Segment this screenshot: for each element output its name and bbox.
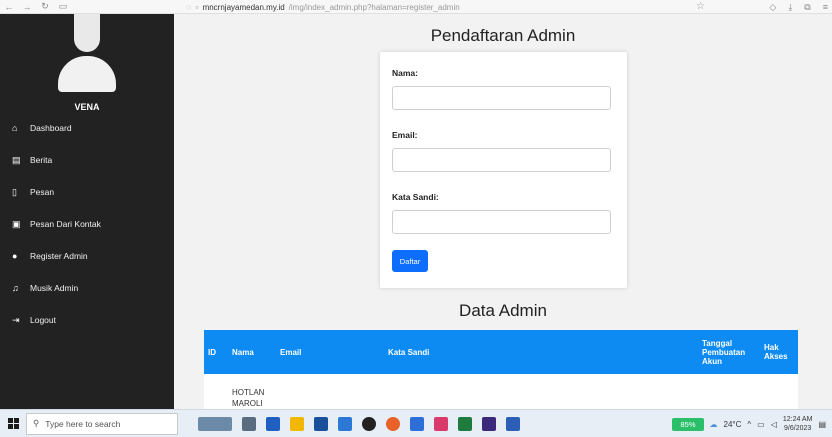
download-icon[interactable]: ⤓ bbox=[788, 2, 792, 13]
obs-icon[interactable] bbox=[362, 416, 376, 431]
sidebar-item-label: Pesan Dari Kontak bbox=[30, 219, 101, 229]
avatar bbox=[58, 14, 116, 92]
sidebar-item-label: Musik Admin bbox=[30, 283, 79, 293]
shield-icon[interactable]: ◇ bbox=[769, 2, 776, 13]
app-l-icon[interactable] bbox=[266, 416, 280, 431]
browser-toolbar: ← → ↻ ▭ ◌ ▫ mncrnjayamedan.my.id/img/ind… bbox=[0, 0, 832, 14]
temperature-text: 24°C bbox=[723, 419, 742, 429]
message-icon: ▯ bbox=[12, 186, 17, 197]
battery-icon[interactable]: ▭ bbox=[757, 420, 765, 429]
sidebar-item-label: Pesan bbox=[30, 187, 55, 197]
reload-icon[interactable]: ↻ bbox=[36, 1, 54, 12]
email-field[interactable] bbox=[392, 148, 611, 172]
browser-actions: ◇ ⤓ ⧉ ≡ bbox=[769, 0, 828, 14]
name-field[interactable] bbox=[392, 86, 611, 110]
submit-button[interactable]: Daftar bbox=[392, 250, 428, 272]
column-header-id: ID bbox=[204, 330, 228, 374]
logout-icon: ⇥ bbox=[12, 314, 20, 325]
store-icon[interactable] bbox=[314, 416, 328, 431]
weather-widget-icon[interactable] bbox=[198, 416, 232, 431]
column-header-email: Email bbox=[276, 330, 384, 374]
column-header-kata-sandi: Kata Sandi bbox=[384, 330, 698, 374]
email-label: Email: bbox=[392, 130, 418, 140]
volume-icon[interactable]: ◁ bbox=[771, 420, 777, 429]
search-icon: ⚲ bbox=[33, 418, 40, 428]
sidebar-item-musik-admin[interactable]: ♫ Musik Admin bbox=[0, 278, 174, 298]
avatar-head-shape bbox=[74, 14, 100, 52]
weather-cloud-icon: ☁ bbox=[709, 419, 718, 429]
excel-icon[interactable] bbox=[458, 416, 472, 431]
clock-time: 12:24 AM bbox=[782, 416, 813, 423]
app-pink-icon[interactable] bbox=[434, 416, 448, 431]
home-icon: ⌂ bbox=[12, 123, 18, 133]
sidebar-item-pesan-dari-kontak[interactable]: ▣ Pesan Dari Kontak bbox=[0, 214, 174, 234]
system-tray: 85% ☁ 24°C ^ ▭ ◁ 12:24 AM 9/6/2023 ▤ bbox=[672, 410, 826, 437]
password-field[interactable] bbox=[392, 210, 611, 234]
battery-indicator[interactable]: 85% bbox=[672, 417, 704, 431]
chevron-up-icon[interactable]: ^ bbox=[747, 420, 751, 429]
clock[interactable]: 12:24 AM 9/6/2023 bbox=[783, 415, 813, 433]
column-header-hak-akses: Hak Akses bbox=[760, 330, 798, 374]
news-icon: ▤ bbox=[12, 154, 21, 165]
taskbar: ⚲ Type here to search 85% ☁ 24°C ^ ▭ ◁ 1… bbox=[0, 409, 832, 437]
arrow-right-icon[interactable]: → bbox=[18, 2, 36, 12]
sidebar-item-berita[interactable]: ▤ Berita bbox=[0, 150, 174, 170]
shield-icon: ◌ bbox=[186, 2, 192, 12]
table-header-row: ID Nama Email Kata Sandi Tanggal Pembuat… bbox=[204, 330, 798, 374]
lock-icon: ▫ bbox=[195, 2, 199, 12]
app-slash-icon[interactable] bbox=[482, 416, 496, 431]
file-explorer-icon[interactable] bbox=[290, 416, 304, 431]
register-form: Nama: Email: Kata Sandi: Daftar bbox=[380, 52, 627, 288]
reader-mode-icon[interactable]: ▭ bbox=[54, 1, 72, 12]
url-path: /img/index_admin.php?halaman=register_ad… bbox=[288, 2, 460, 12]
sidebar-item-register-admin[interactable]: ● Register Admin bbox=[0, 246, 174, 266]
sidebar-item-label: Dashboard bbox=[30, 123, 72, 133]
sidebar-item-label: Berita bbox=[30, 155, 53, 165]
name-label: Nama: bbox=[392, 68, 418, 78]
url-host: mncrnjayamedan.my.id bbox=[202, 2, 285, 12]
mail-icon[interactable] bbox=[338, 416, 352, 431]
taskbar-search[interactable]: ⚲ Type here to search bbox=[26, 412, 178, 435]
arrow-left-icon[interactable]: ← bbox=[0, 2, 18, 12]
music-icon: ♫ bbox=[12, 283, 19, 293]
clock-date: 9/6/2023 bbox=[784, 425, 812, 432]
firefox-icon[interactable] bbox=[386, 416, 400, 431]
notification-icon[interactable]: ▤ bbox=[818, 420, 826, 429]
contact-card-icon: ▣ bbox=[12, 218, 21, 229]
address-bar[interactable]: ◌ ▫ mncrnjayamedan.my.id/img/index_admin… bbox=[186, 0, 460, 14]
page-title: Pendaftaran Admin bbox=[430, 26, 576, 45]
sidebar-item-logout[interactable]: ⇥ Logout bbox=[0, 310, 174, 330]
column-header-nama: Nama bbox=[228, 330, 276, 374]
main-content: Pendaftaran Admin Nama: Email: Kata Sand… bbox=[174, 14, 832, 420]
task-view-icon[interactable] bbox=[242, 416, 256, 431]
start-button[interactable] bbox=[0, 410, 26, 437]
sidebar-item-pesan[interactable]: ▯ Pesan bbox=[0, 182, 174, 202]
word-icon[interactable] bbox=[506, 416, 520, 431]
user-name: VENA bbox=[74, 102, 100, 112]
windows-logo-icon bbox=[7, 418, 19, 429]
avatar-body-shape bbox=[58, 56, 116, 92]
extensions-icon[interactable]: ⧉ bbox=[804, 2, 810, 13]
search-placeholder: Type here to search bbox=[45, 418, 121, 429]
sidebar-item-label: Logout bbox=[30, 315, 56, 325]
sidebar-item-dashboard[interactable]: ⌂ Dashboard bbox=[0, 118, 174, 138]
sidebar-item-label: Register Admin bbox=[30, 251, 88, 261]
menu-icon[interactable]: ≡ bbox=[823, 2, 828, 12]
password-label: Kata Sandi: bbox=[392, 192, 439, 202]
user-plus-icon: ● bbox=[12, 251, 18, 261]
bookmark-star-icon[interactable]: ☆ bbox=[696, 1, 705, 12]
app-blue-icon[interactable] bbox=[410, 416, 424, 431]
admin-table: ID Nama Email Kata Sandi Tanggal Pembuat… bbox=[204, 330, 798, 420]
taskbar-apps bbox=[198, 416, 520, 431]
sidebar: VENA ⌂ Dashboard ▤ Berita ▯ Pesan ▣ Pesa… bbox=[0, 14, 174, 409]
section-title: Data Admin bbox=[459, 301, 547, 320]
column-header-tanggal: Tanggal Pembuatan Akun bbox=[698, 330, 760, 374]
